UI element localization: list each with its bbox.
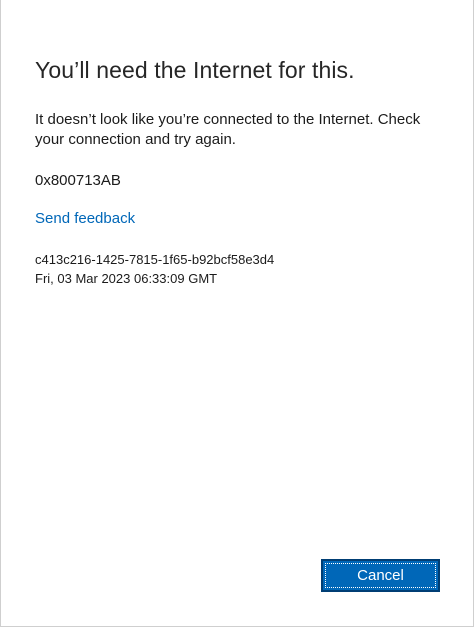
dialog-title: You’ll need the Internet for this. (35, 57, 355, 83)
error-timestamp: Fri, 03 Mar 2023 06:33:09 GMT (35, 271, 218, 286)
send-feedback-link[interactable]: Send feedback (35, 209, 135, 229)
error-dialog: You’ll need the Internet for this. It do… (0, 0, 474, 627)
cancel-button[interactable]: Cancel (321, 559, 440, 592)
correlation-id: c413c216-1425-7815-1f65-b92bcf58e3d4 (35, 252, 275, 267)
error-code: 0x800713AB (35, 172, 121, 189)
error-message: It doesn’t look like you’re connected to… (35, 111, 421, 148)
